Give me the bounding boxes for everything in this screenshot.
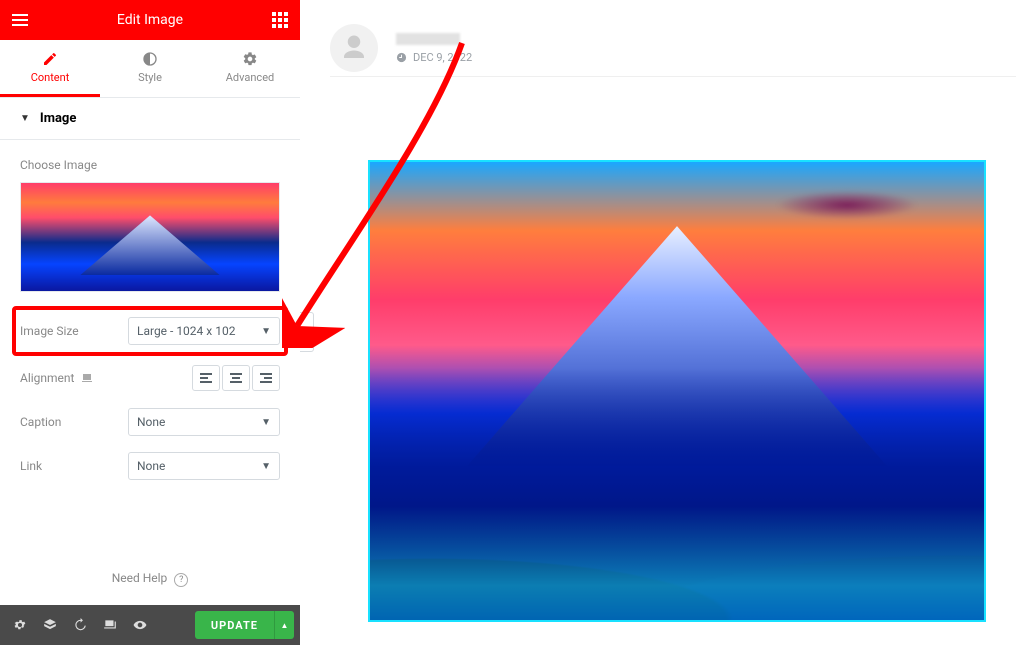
image-size-value: Large - 1024 x 102: [137, 324, 235, 338]
responsive-icon[interactable]: [80, 372, 94, 384]
link-value: None: [137, 459, 165, 473]
tab-advanced[interactable]: Advanced: [200, 40, 300, 97]
chevron-down-icon: ▼: [261, 417, 271, 428]
image-widget-preview[interactable]: [368, 160, 986, 622]
image-size-select[interactable]: Large - 1024 x 102 ▼: [128, 317, 280, 345]
tab-content[interactable]: Content: [0, 40, 100, 97]
editor-topbar: Edit Image: [0, 0, 300, 40]
chevron-down-icon: ▼: [261, 461, 271, 472]
section-title: Image: [40, 111, 76, 126]
update-group: UPDATE ▲: [195, 611, 294, 639]
section-toggle[interactable]: ▼ Image: [0, 98, 300, 140]
tab-advanced-label: Advanced: [226, 71, 274, 84]
post-header: DEC 9, 2022: [330, 10, 1016, 77]
alignment-label-text: Alignment: [20, 371, 74, 385]
update-options-button[interactable]: ▲: [274, 611, 294, 639]
history-button[interactable]: [66, 611, 94, 639]
image-size-label: Image Size: [20, 324, 120, 338]
tab-content-label: Content: [31, 71, 70, 84]
tab-style-label: Style: [138, 71, 162, 84]
section-image: ▼ Image Choose Image Image Size Large - …: [0, 98, 300, 488]
image-thumbnail[interactable]: [20, 182, 280, 292]
settings-button[interactable]: [6, 611, 34, 639]
update-button[interactable]: UPDATE: [195, 611, 274, 639]
align-center-button[interactable]: [222, 365, 250, 391]
caption-label: Caption: [20, 415, 120, 429]
post-date-text: DEC 9, 2022: [413, 51, 472, 64]
help-icon: ?: [174, 573, 188, 587]
editor-tabbar: Content Style Advanced: [0, 40, 300, 98]
menu-icon[interactable]: [8, 8, 32, 32]
pencil-icon: [42, 51, 58, 67]
apps-icon[interactable]: [268, 8, 292, 32]
caption-select[interactable]: None ▼: [128, 408, 280, 436]
author-name-redacted: [396, 33, 460, 45]
navigator-button[interactable]: [36, 611, 64, 639]
image-size-highlight: Image Size Large - 1024 x 102 ▼: [12, 306, 288, 356]
author-avatar: [330, 24, 378, 72]
choose-image-label: Choose Image: [20, 158, 280, 172]
topbar-title: Edit Image: [117, 12, 183, 28]
collapse-sidebar-handle[interactable]: ‹: [300, 312, 314, 352]
chevron-down-icon: ▼: [261, 326, 271, 337]
editor-footer: UPDATE ▲: [0, 605, 300, 645]
clock-icon: [396, 52, 407, 63]
alignment-label: Alignment: [20, 371, 120, 385]
need-help[interactable]: Need Help ?: [0, 571, 300, 587]
tab-style[interactable]: Style: [100, 40, 200, 97]
caret-down-icon: ▼: [20, 113, 30, 124]
preview-button[interactable]: [126, 611, 154, 639]
alignment-group: [128, 365, 280, 391]
responsive-button[interactable]: [96, 611, 124, 639]
gear-icon: [242, 51, 258, 67]
link-select[interactable]: None ▼: [128, 452, 280, 480]
align-right-button[interactable]: [252, 365, 280, 391]
caption-value: None: [137, 415, 165, 429]
editor-sidebar: Edit Image Content Style Advanced ▼: [0, 0, 300, 645]
post-date: DEC 9, 2022: [396, 51, 1016, 64]
align-left-button[interactable]: [192, 365, 220, 391]
contrast-icon: [142, 51, 158, 67]
link-label: Link: [20, 459, 120, 473]
need-help-text: Need Help: [112, 571, 168, 585]
